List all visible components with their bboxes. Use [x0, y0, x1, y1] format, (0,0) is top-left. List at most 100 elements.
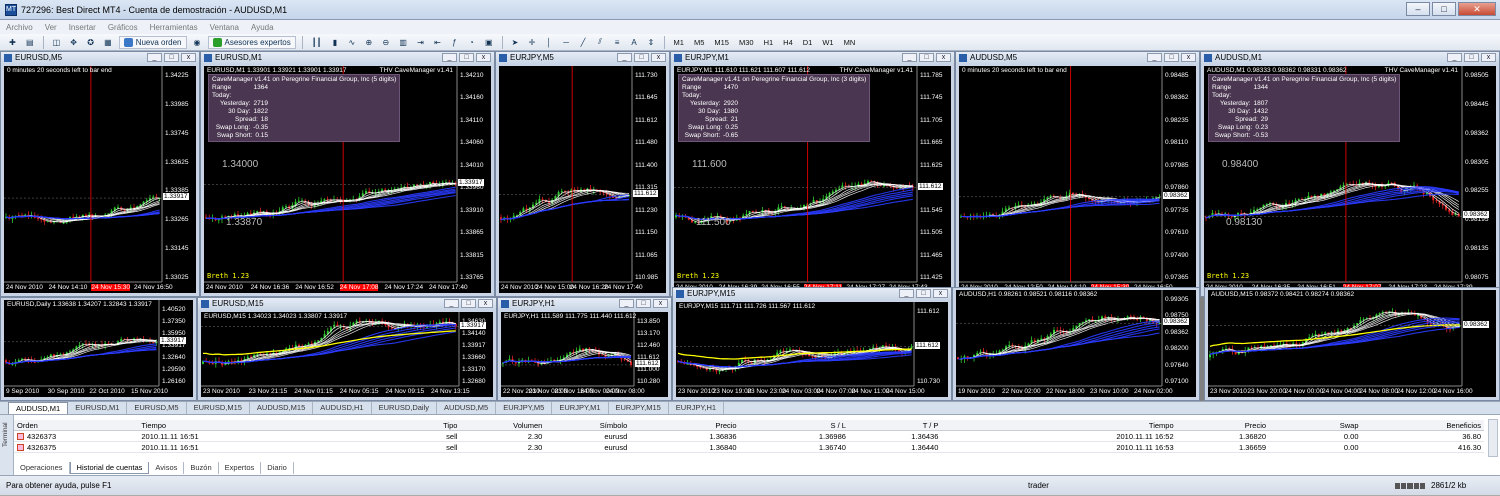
chart-maximize-button[interactable]: □ — [919, 53, 934, 62]
chart-pane[interactable]: 0.99305 0.98750 0.98362 0.98200 0.97640 0.971… — [956, 290, 1196, 397]
chart-minimize-button[interactable]: _ — [1447, 53, 1462, 62]
chart-pane[interactable]: 1.34225 1.33985 1.33745 1.33625 1.33385 1.332… — [4, 66, 196, 293]
chart-window[interactable]: EURJPY,M1 _ □ x 111.785 111.745 111.705 111.665… — [670, 51, 955, 297]
chart-maximize-button[interactable]: □ — [636, 299, 651, 308]
tab-expertos[interactable]: Expertos — [219, 462, 262, 474]
timeframe-d1[interactable]: D1 — [800, 38, 816, 47]
chart-pane[interactable]: 0.98362 23 Nov 2010 23 Nov 20:00 24 Nov 00:… — [1208, 290, 1496, 397]
chart-tab[interactable]: EURJPY,H1 — [669, 402, 725, 414]
tab-operaciones[interactable]: Operaciones — [14, 462, 70, 474]
chart-maximize-button[interactable]: □ — [916, 289, 931, 298]
tab-diario[interactable]: Diario — [261, 462, 294, 474]
channel-icon[interactable]: ⫽ — [594, 36, 607, 49]
zoom-out-icon[interactable]: ⊖ — [379, 36, 392, 49]
timeframe-m1[interactable]: M1 — [671, 38, 687, 47]
tab-avisos[interactable]: Avisos — [149, 462, 185, 474]
templates-icon[interactable]: ▣ — [482, 36, 496, 49]
arrows-icon[interactable]: ⇕ — [645, 36, 658, 49]
chart-pane[interactable]: 1.34210 1.34160 1.34110 1.34060 1.34010 1.339… — [204, 66, 491, 293]
chart-tab[interactable]: EURJPY,M15 — [609, 402, 669, 414]
expert-advisors-button[interactable]: Asesores expertos — [207, 35, 296, 49]
column-header[interactable]: Tipo — [347, 420, 460, 430]
metaeditor-icon[interactable]: ◉ — [191, 36, 204, 49]
chart-minimize-button[interactable]: _ — [442, 53, 457, 62]
column-header[interactable]: Precio — [1177, 420, 1269, 430]
column-header[interactable]: Símbolo — [545, 420, 630, 430]
indicators-icon[interactable]: ƒ — [448, 36, 461, 49]
chart-window[interactable]: EURJPY,M5 _ □ x 111.730 111.645 111.612 111.480… — [495, 51, 670, 297]
chart-window[interactable]: EURJPY,H1 _ □ x 113.850 113.170 112.460 111.612… — [497, 297, 672, 401]
column-header[interactable]: T / P — [849, 420, 941, 430]
column-header[interactable]: Beneficios — [1362, 420, 1485, 430]
chart-pane[interactable]: 111.785 111.745 111.705 111.665 111.625 111.6… — [674, 66, 951, 293]
chart-maximize-button[interactable]: □ — [1164, 53, 1179, 62]
chart-minimize-button[interactable]: _ — [444, 299, 459, 308]
chart-tab[interactable]: EURJPY,M5 — [496, 402, 553, 414]
timeframe-mn[interactable]: MN — [841, 38, 859, 47]
chart-pane[interactable]: 111.612111.310110.730111.61223 Nov 20102… — [676, 302, 948, 397]
timeframe-m30[interactable]: M30 — [736, 38, 757, 47]
chart-window[interactable]: EURJPY,M15_□x111.612111.310110.730111.61… — [672, 287, 952, 401]
tab-buzon[interactable]: Buzón — [184, 462, 219, 474]
minimize-button[interactable]: – — [1406, 2, 1430, 16]
timeframe-m5[interactable]: M5 — [691, 38, 707, 47]
timeframe-h4[interactable]: H4 — [780, 38, 796, 47]
chart-maximize-button[interactable]: □ — [461, 299, 476, 308]
chart-window[interactable]: AUDUSD,M5 _ □ x 0.98485 0.98362 0.98235 0.98110… — [955, 51, 1200, 297]
chart-tab[interactable]: EURUSD,Daily — [372, 402, 438, 414]
chart-pane[interactable]: 0.98485 0.98362 0.98235 0.98110 0.97985 0.978… — [959, 66, 1196, 293]
text-icon[interactable]: A — [628, 36, 641, 49]
chart-window[interactable]: EURUSD,M1 _ □ x 1.34210 1.34160 1.34110 1.34060… — [200, 51, 495, 297]
zoom-in-icon[interactable]: ⊕ — [362, 36, 375, 49]
chart-close-button[interactable]: x — [478, 299, 493, 308]
tab-historial[interactable]: Historial de cuentas — [69, 462, 150, 474]
column-header[interactable]: Tiempo — [138, 420, 347, 430]
profiles-icon[interactable]: ▤ — [23, 36, 37, 49]
chart-tab[interactable]: EURJPY,M1 — [552, 402, 609, 414]
menu-graficos[interactable]: Gráficos — [108, 23, 138, 32]
navigator-icon[interactable]: ✥ — [67, 36, 80, 49]
chart-tab[interactable]: EURUSD,M15 — [187, 402, 250, 414]
menu-herramientas[interactable]: Herramientas — [150, 23, 198, 32]
chart-window[interactable]: EURUSD,M5 _ □ x 1.34225 1.33985 1.33745 1.33625… — [0, 51, 200, 297]
chart-shift-icon[interactable]: ⇤ — [431, 36, 444, 49]
column-header[interactable]: Swap — [1269, 420, 1361, 430]
tile-windows-icon[interactable]: ▥ — [396, 36, 410, 49]
chart-window[interactable]: 0.99305 0.98750 0.98362 0.98200 0.97640 0.971… — [952, 287, 1200, 401]
chart-pane[interactable]: 0.98505 0.98445 0.98362 0.98305 0.98255 0.981… — [1204, 66, 1496, 293]
column-header[interactable]: Volumen — [460, 420, 545, 430]
chart-window[interactable]: AUDUSD,M1 _ □ x 0.98505 0.98445 0.98362 0.98305… — [1200, 51, 1500, 297]
column-header[interactable]: Orden — [14, 420, 138, 430]
menu-ventana[interactable]: Ventana — [210, 23, 239, 32]
chart-window[interactable]: 0.98362 23 Nov 2010 23 Nov 20:00 24 Nov 00:… — [1204, 287, 1500, 401]
chart-window[interactable]: 1.40520 1.37350 1.35950 1.33917 1.32640 1.295… — [0, 297, 197, 401]
data-window-icon[interactable]: ✪ — [84, 36, 97, 49]
chart-close-button[interactable]: x — [933, 289, 948, 298]
table-row[interactable]: 4326373 2010.11.11 16:51 sell 2.30 eurusd 1.3… — [14, 431, 1484, 442]
chart-tab[interactable]: AUDUSD,M15 — [250, 402, 314, 414]
fibonacci-icon[interactable]: ≡ — [611, 36, 624, 49]
new-order-button[interactable]: Nueva orden — [118, 35, 187, 49]
vertical-scrollbar[interactable] — [1488, 419, 1498, 457]
chart-close-button[interactable]: x — [1481, 53, 1496, 62]
chart-maximize-button[interactable]: □ — [1464, 53, 1479, 62]
menu-ver[interactable]: Ver — [45, 23, 57, 32]
table-row[interactable]: 4326375 2010.11.11 16:51 sell 2.30 eurusd 1.3… — [14, 442, 1484, 453]
column-header[interactable]: S / L — [740, 420, 849, 430]
menu-archivo[interactable]: Archivo — [6, 23, 33, 32]
candle-chart-icon[interactable]: ▮ — [328, 36, 341, 49]
menu-insertar[interactable]: Insertar — [69, 23, 96, 32]
chart-minimize-button[interactable]: _ — [147, 53, 162, 62]
chart-pane[interactable]: 113.850 113.170 112.460 111.612 111.000 110.2… — [501, 312, 668, 397]
chart-maximize-button[interactable]: □ — [164, 53, 179, 62]
bar-chart-icon[interactable]: ┃┃ — [309, 36, 325, 49]
close-button[interactable]: ✕ — [1458, 2, 1496, 16]
chart-minimize-button[interactable]: _ — [1147, 53, 1162, 62]
chart-tab[interactable]: AUDUSD,H1 — [313, 402, 372, 414]
chart-minimize-button[interactable]: _ — [899, 289, 914, 298]
chart-close-button[interactable]: x — [653, 299, 668, 308]
cursor-icon[interactable]: ➤ — [509, 36, 522, 49]
chart-close-button[interactable]: x — [181, 53, 196, 62]
chart-minimize-button[interactable]: _ — [619, 299, 634, 308]
chart-tab[interactable]: EURUSD,M5 — [127, 402, 187, 414]
